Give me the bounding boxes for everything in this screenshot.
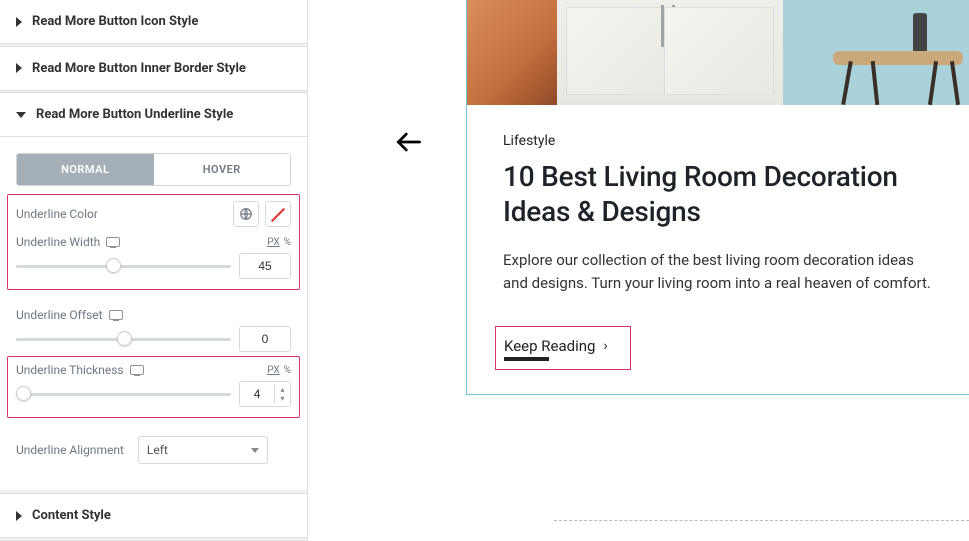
section-label: Content Style xyxy=(32,508,111,523)
tab-normal[interactable]: NORMAL xyxy=(17,154,154,185)
read-more-underline xyxy=(504,357,549,361)
responsive-icon[interactable] xyxy=(109,310,123,320)
underline-offset-label: Underline Offset xyxy=(16,308,123,322)
section-label: Read More Button Inner Border Style xyxy=(32,61,246,76)
step-down-icon[interactable]: ▾ xyxy=(275,394,290,403)
section-divider-dashed xyxy=(554,520,969,521)
underline-thickness-input[interactable]: 4 ▴▾ xyxy=(239,381,291,407)
underline-width-input[interactable] xyxy=(239,253,291,279)
underline-color-label: Underline Color xyxy=(16,207,98,221)
section-label: Read More Button Underline Style xyxy=(36,107,233,122)
global-color-button[interactable] xyxy=(233,201,259,227)
chevron-down-icon xyxy=(251,448,259,453)
chevron-right-icon xyxy=(16,511,22,521)
post-card: Lifestyle 10 Best Living Room Decoration… xyxy=(466,0,969,395)
underline-thickness-label: Underline Thickness xyxy=(16,363,144,377)
chevron-right-icon xyxy=(16,17,22,27)
post-excerpt: Explore our collection of the best livin… xyxy=(503,249,937,296)
color-swatch-none[interactable] xyxy=(265,201,291,227)
highlight-box-cta: Keep Reading › xyxy=(495,326,631,370)
underline-width-slider[interactable] xyxy=(16,259,231,273)
units-toggle[interactable]: PX % xyxy=(267,237,291,248)
underline-alignment-group: Underline Alignment Left xyxy=(16,428,291,474)
chevron-right-icon: › xyxy=(603,338,607,354)
state-tabs: NORMAL HOVER xyxy=(16,153,291,186)
read-more-button[interactable]: Keep Reading › xyxy=(504,337,608,355)
post-image xyxy=(467,0,969,105)
section-content-style[interactable]: Content Style xyxy=(0,494,307,538)
globe-icon xyxy=(239,207,253,221)
step-up-icon[interactable]: ▴ xyxy=(275,385,290,394)
section-label: Read More Button Icon Style xyxy=(32,14,198,29)
carousel-prev-button[interactable] xyxy=(393,126,425,162)
underline-alignment-select[interactable]: Left xyxy=(138,436,268,464)
preview-canvas: on. Lifestyle 10 Best Living Room Decora… xyxy=(308,0,969,541)
tab-hover[interactable]: HOVER xyxy=(154,154,291,185)
underline-style-panel: NORMAL HOVER Underline Color Underline W… xyxy=(0,137,307,490)
arrow-left-icon xyxy=(393,126,425,158)
underline-offset-slider[interactable] xyxy=(16,332,231,346)
section-read-more-inner-border[interactable]: Read More Button Inner Border Style xyxy=(0,47,307,91)
section-read-more-icon-style[interactable]: Read More Button Icon Style xyxy=(0,0,307,44)
read-more-label: Keep Reading xyxy=(504,337,595,355)
settings-sidebar: Read More Button Icon Style Read More Bu… xyxy=(0,0,308,541)
chevron-right-icon xyxy=(16,63,22,73)
units-toggle[interactable]: PX % xyxy=(267,365,291,376)
highlight-box-color-width: Underline Color Underline Width PX % xyxy=(7,194,300,290)
responsive-icon[interactable] xyxy=(106,237,120,247)
underline-offset-input[interactable] xyxy=(239,326,291,352)
underline-offset-group: Underline Offset xyxy=(16,300,291,362)
post-category[interactable]: Lifestyle xyxy=(503,133,937,149)
responsive-icon[interactable] xyxy=(130,365,144,375)
post-title[interactable]: 10 Best Living Room Decoration Ideas & D… xyxy=(503,159,937,229)
chevron-down-icon xyxy=(16,112,26,118)
section-read-more-underline-style[interactable]: Read More Button Underline Style xyxy=(0,93,307,137)
underline-thickness-slider[interactable] xyxy=(16,387,231,401)
underline-width-label: Underline Width xyxy=(16,235,120,249)
highlight-box-thickness: Underline Thickness PX % 4 ▴▾ xyxy=(7,356,300,418)
underline-alignment-label: Underline Alignment xyxy=(16,443,124,457)
